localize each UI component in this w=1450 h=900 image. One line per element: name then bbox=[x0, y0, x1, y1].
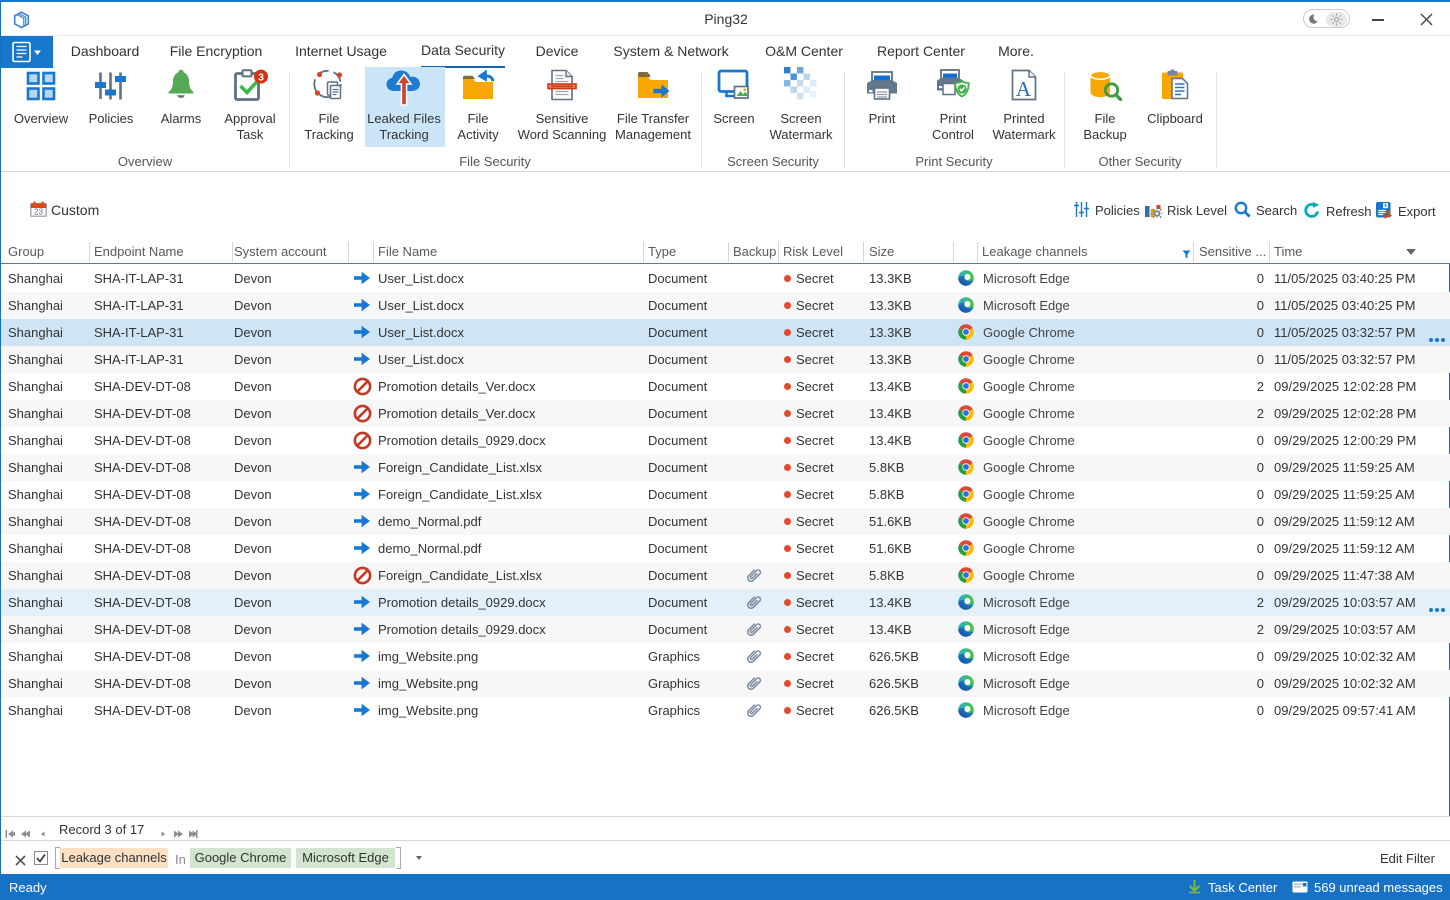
svg-text:A: A bbox=[1016, 77, 1032, 101]
svg-text:23: 23 bbox=[34, 208, 43, 217]
